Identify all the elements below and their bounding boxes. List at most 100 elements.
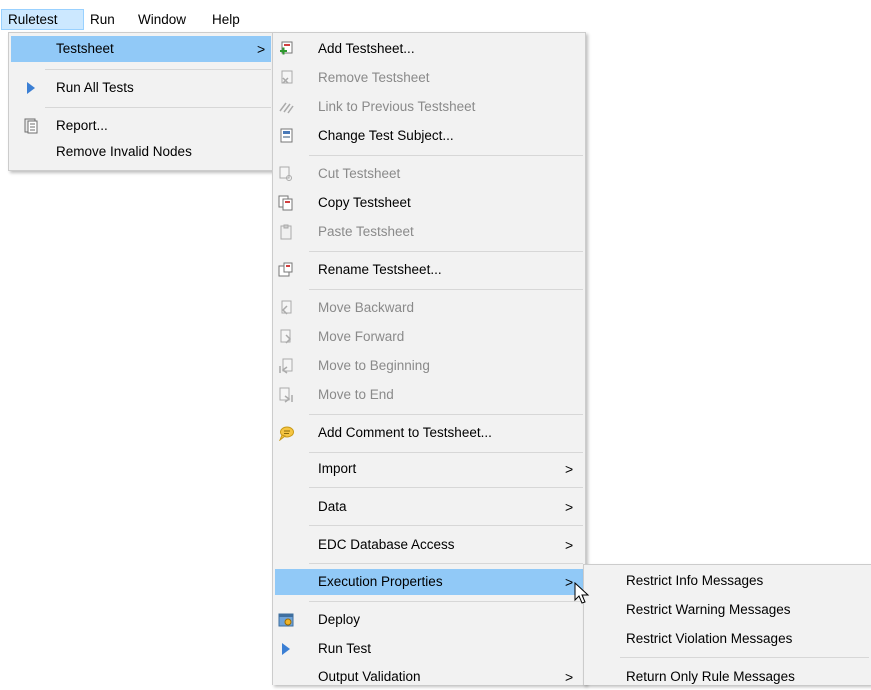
menu-item-label: Move Backward [318, 300, 415, 315]
menu-item-deploy[interactable]: Deploy [275, 607, 583, 633]
menu-item-edc-database-access[interactable]: EDC Database Access > [275, 532, 583, 558]
ruletest-dropdown: Testsheet > Run All Tests Report... Remo… [8, 32, 274, 171]
menu-item-paste-testsheet[interactable]: Paste Testsheet [275, 219, 583, 245]
menu-item-label: Report... [56, 118, 108, 133]
menu-separator [620, 657, 869, 658]
menu-item-output-validation[interactable]: Output Validation > [275, 664, 583, 690]
menu-item-move-backward[interactable]: Move Backward [275, 295, 583, 321]
menu-separator [309, 601, 583, 602]
menu-ruletest[interactable]: Ruletest [1, 9, 84, 30]
menu-separator [309, 525, 583, 526]
menu-item-link-previous[interactable]: Link to Previous Testsheet [275, 94, 583, 120]
menu-item-cut-testsheet[interactable]: Cut Testsheet [275, 161, 583, 187]
menu-item-move-to-beginning[interactable]: Move to Beginning [275, 353, 583, 379]
menu-item-change-test-subject[interactable]: Change Test Subject... [275, 123, 583, 149]
menu-separator [309, 487, 583, 488]
menu-item-label: Copy Testsheet [318, 195, 411, 210]
move-end-icon [279, 387, 293, 403]
menu-item-label: Rename Testsheet... [318, 262, 442, 277]
submenu-arrow-icon: > [565, 461, 574, 477]
menu-item-label: Restrict Warning Messages [626, 602, 791, 617]
comment-icon [279, 426, 294, 441]
menu-item-add-testsheet[interactable]: Add Testsheet... [275, 36, 583, 62]
add-testsheet-icon [280, 41, 293, 55]
menu-item-move-forward[interactable]: Move Forward [275, 324, 583, 350]
menu-item-label: EDC Database Access [318, 537, 455, 552]
menu-separator [309, 414, 583, 415]
menu-separator [45, 69, 271, 70]
menu-item-label: Return Only Rule Messages [626, 669, 795, 684]
copy-icon [278, 195, 293, 211]
submenu-arrow-icon: > [565, 574, 574, 590]
menu-item-execution-properties[interactable]: Execution Properties > [275, 569, 583, 595]
menu-separator [309, 155, 583, 156]
menu-item-label: Change Test Subject... [318, 128, 454, 143]
menu-item-label: Move Forward [318, 329, 405, 344]
menu-item-restrict-warning[interactable]: Restrict Warning Messages [586, 597, 869, 623]
menu-item-label: Link to Previous Testsheet [318, 99, 476, 114]
menu-item-move-to-end[interactable]: Move to End [275, 382, 583, 408]
menu-item-label: Run Test [318, 641, 372, 656]
menu-item-data[interactable]: Data > [275, 494, 583, 520]
menu-item-restrict-violation[interactable]: Restrict Violation Messages [586, 626, 869, 652]
move-backward-icon [281, 300, 292, 315]
menu-separator [309, 563, 583, 564]
report-icon [24, 118, 38, 134]
cut-icon [279, 166, 292, 181]
menu-item-import[interactable]: Import > [275, 456, 583, 482]
menu-run[interactable]: Run [84, 9, 121, 30]
menu-item-label: Data [318, 499, 347, 514]
menu-item-run-test[interactable]: Run Test [275, 636, 583, 662]
menu-item-copy-testsheet[interactable]: Copy Testsheet [275, 190, 583, 216]
menu-separator [45, 107, 271, 108]
move-beginning-icon [279, 358, 293, 374]
menu-item-label: Remove Testsheet [318, 70, 430, 85]
menu-item-label: Cut Testsheet [318, 166, 401, 181]
menu-item-testsheet[interactable]: Testsheet > [11, 36, 271, 62]
submenu-arrow-icon: > [565, 537, 574, 553]
menu-item-report[interactable]: Report... [11, 113, 271, 139]
deploy-icon [278, 613, 294, 627]
menu-item-run-all-tests[interactable]: Run All Tests [11, 75, 271, 101]
menu-window[interactable]: Window [132, 9, 192, 30]
execution-properties-submenu: Restrict Info Messages Restrict Warning … [583, 564, 871, 685]
menu-item-return-only-rule[interactable]: Return Only Rule Messages [586, 664, 869, 690]
rename-icon [278, 262, 293, 277]
menu-item-label: Add Testsheet... [318, 41, 415, 56]
menu-item-label: Restrict Info Messages [626, 573, 764, 588]
remove-testsheet-icon [281, 70, 293, 84]
submenu-arrow-icon: > [257, 41, 266, 57]
menu-bar: Ruletest Run Window Help [0, 0, 871, 30]
link-icon [279, 102, 294, 114]
menu-separator [309, 452, 583, 453]
move-forward-icon [280, 329, 292, 344]
menu-item-label: Testsheet [56, 41, 114, 56]
menu-item-label: Run All Tests [56, 80, 134, 95]
testsheet-submenu: Add Testsheet... Remove Testsheet Link t… [272, 32, 586, 685]
run-icon [27, 82, 35, 94]
submenu-arrow-icon: > [565, 499, 574, 515]
mouse-cursor-icon [574, 582, 590, 604]
menu-item-label: Remove Invalid Nodes [56, 144, 192, 159]
change-subject-icon [280, 128, 293, 143]
menu-item-label: Import [318, 461, 357, 476]
menu-item-label: Move to End [318, 387, 394, 402]
submenu-arrow-icon: > [565, 669, 574, 685]
menu-item-add-comment[interactable]: Add Comment to Testsheet... [275, 420, 583, 446]
menu-item-label: Output Validation [318, 669, 421, 684]
menu-item-rename-testsheet[interactable]: Rename Testsheet... [275, 257, 583, 283]
menu-separator [309, 289, 583, 290]
menu-separator [309, 251, 583, 252]
menu-item-remove-invalid-nodes[interactable]: Remove Invalid Nodes [11, 139, 271, 165]
menu-item-label: Paste Testsheet [318, 224, 414, 239]
menu-item-label: Deploy [318, 612, 361, 627]
menu-item-label: Execution Properties [318, 574, 443, 589]
menu-help[interactable]: Help [206, 9, 246, 30]
menu-item-remove-testsheet[interactable]: Remove Testsheet [275, 65, 583, 91]
paste-icon [280, 224, 292, 240]
run-icon [282, 643, 290, 655]
menu-item-label: Restrict Violation Messages [626, 631, 793, 646]
menu-item-label: Move to Beginning [318, 358, 430, 373]
menu-item-restrict-info[interactable]: Restrict Info Messages [586, 568, 869, 594]
menu-item-label: Add Comment to Testsheet... [318, 425, 492, 440]
